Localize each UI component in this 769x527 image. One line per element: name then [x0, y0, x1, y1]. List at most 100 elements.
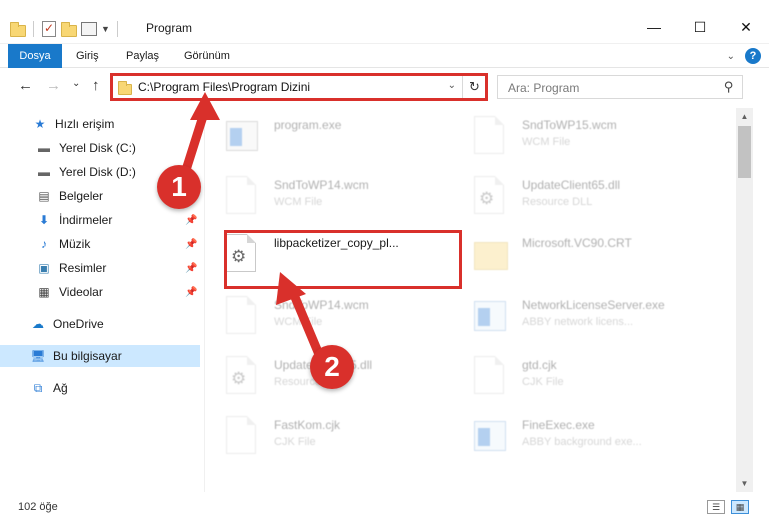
file-name: UpdateClient65.dll	[522, 178, 621, 192]
quick-access-toolbar: ▼	[10, 19, 121, 39]
network-icon: ⧉	[33, 380, 43, 395]
sidebar-item-music[interactable]: ♪ Müzik 📌	[0, 233, 200, 255]
file-type: WCM File	[522, 136, 571, 148]
file-name: NetworkLicenseServer.exe	[522, 298, 665, 312]
document-icon	[226, 416, 258, 456]
app-icon	[474, 296, 506, 336]
drive-icon: ▬	[38, 165, 50, 179]
drive-icon: ▬	[38, 141, 50, 155]
file-item[interactable]: NetworkLicenseServer.exe ABBY network li…	[454, 292, 694, 350]
properties-check-icon[interactable]	[41, 21, 57, 37]
file-name: FineExec.exe	[522, 418, 595, 432]
file-item[interactable]: SndToWP14.wcm WCM File	[206, 292, 446, 350]
forward-arrow-icon[interactable]: →	[46, 77, 61, 94]
document-icon	[226, 176, 258, 216]
document-icon	[474, 116, 506, 156]
scroll-up-icon[interactable]: ▲	[736, 108, 753, 125]
sidebar-item-videos[interactable]: ▦ Videolar 📌	[0, 281, 200, 303]
sidebar-item-label: Bu bilgisayar	[53, 349, 122, 363]
sidebar-item-label: Resimler	[59, 261, 107, 275]
pin-icon[interactable]: 📌	[185, 263, 197, 274]
close-button[interactable]: ✕	[723, 12, 769, 42]
folder-icon	[118, 81, 132, 95]
pin-icon[interactable]: 📌	[185, 239, 197, 250]
help-icon[interactable]: ?	[745, 48, 761, 64]
sidebar-item-label: Müzik	[59, 237, 91, 251]
sidebar-item-label: Yerel Disk (D:)	[59, 165, 136, 179]
sidebar-item-onedrive[interactable]: ☁ OneDrive	[0, 313, 200, 335]
refresh-icon[interactable]: ↻	[462, 75, 486, 99]
file-type: CJK File	[522, 376, 564, 388]
file-type: ABBY network licens...	[522, 316, 634, 328]
large-icons-view-icon[interactable]: ▦	[731, 500, 749, 514]
window-controls: — ☐ ✕	[631, 12, 769, 42]
sidebar-item-label: Belgeler	[59, 189, 104, 203]
window-title: Program	[146, 21, 193, 35]
sidebar-item-downloads[interactable]: ⬇ İndirmeler 📌	[0, 209, 200, 231]
document-icon	[226, 296, 258, 336]
dll-icon: ⚙	[474, 176, 506, 216]
step-badge-2: 2	[310, 345, 354, 389]
up-arrow-icon[interactable]: ↑	[92, 77, 100, 94]
customize-view-icon[interactable]	[81, 21, 97, 37]
documents-icon: ▤	[38, 189, 50, 203]
search-input[interactable]: Ara: Program ⚲	[497, 75, 743, 99]
file-item-libpacketizer[interactable]: ⚙ libpacketizer_copy_pl...	[206, 230, 446, 288]
file-item[interactable]: Microsoft.VC90.CRT	[454, 230, 694, 288]
folder-icon	[474, 234, 508, 274]
address-path[interactable]: C:\Program Files\Program Dizini	[138, 80, 310, 94]
toolbar-divider	[33, 21, 34, 37]
file-type: ABBY background exe...	[522, 436, 642, 448]
star-icon: ★	[34, 117, 46, 131]
pin-icon[interactable]: 📌	[185, 287, 197, 298]
sidebar-item-this-pc[interactable]: 🖥 Bu bilgisayar	[0, 345, 200, 367]
document-icon	[474, 356, 506, 396]
file-type: WCM File	[274, 196, 323, 208]
file-item[interactable]: gtd.cjk CJK File	[454, 352, 694, 410]
back-arrow-icon[interactable]: ←	[18, 77, 33, 94]
sidebar-item-network[interactable]: ⧉ Ağ	[0, 377, 200, 399]
tab-home[interactable]: Giriş	[64, 44, 111, 68]
file-item[interactable]: SndToWP14.wcm WCM File	[206, 172, 446, 230]
minimize-button[interactable]: —	[631, 12, 677, 42]
exe-icon	[226, 116, 258, 156]
expand-ribbon-icon[interactable]: ⌄	[727, 51, 735, 62]
file-name: gtd.cjk	[522, 358, 557, 372]
pictures-icon: ▣	[38, 261, 50, 275]
file-item[interactable]: FastKom.cjk CJK File	[206, 412, 446, 470]
tab-view[interactable]: Görünüm	[172, 44, 242, 68]
sidebar-item-quick-access[interactable]: ★ Hızlı erişim	[0, 113, 200, 135]
scrollbar-thumb[interactable]	[738, 126, 751, 178]
maximize-button[interactable]: ☐	[677, 12, 723, 42]
file-item[interactable]: ⚙ UpdateClient65.dll Resource DLL	[454, 172, 694, 230]
vertical-scrollbar[interactable]: ▲ ▼	[736, 108, 753, 492]
folder-icon	[10, 21, 26, 37]
ribbon-tabs: Dosya Giriş Paylaş Görünüm ⌄ ?	[0, 44, 769, 102]
sidebar-item-label: İndirmeler	[59, 213, 113, 227]
new-folder-icon[interactable]	[61, 21, 77, 37]
details-view-icon[interactable]: ☰	[707, 500, 725, 514]
qa-dropdown-icon[interactable]: ▼	[101, 24, 110, 34]
file-item[interactable]: FineExec.exe ABBY background exe...	[454, 412, 694, 470]
pin-icon[interactable]: 📌	[185, 215, 197, 226]
address-bar[interactable]: C:\Program Files\Program Dizini ⌄ ↻	[111, 74, 487, 100]
address-dropdown-icon[interactable]: ⌄	[448, 80, 456, 91]
tab-share[interactable]: Paylaş	[114, 44, 171, 68]
music-icon: ♪	[41, 237, 47, 251]
item-count: 102 öğe	[18, 501, 58, 513]
computer-icon: 🖥	[30, 349, 46, 363]
file-list: program.exe SndToWP15.wcm WCM File SndTo…	[206, 108, 736, 492]
scroll-down-icon[interactable]: ▼	[736, 475, 753, 492]
sidebar-item-label: OneDrive	[53, 317, 104, 331]
search-placeholder: Ara: Program	[508, 81, 580, 95]
file-item[interactable]: program.exe	[206, 112, 446, 170]
search-icon[interactable]: ⚲	[724, 79, 734, 95]
file-type: Resource DLL	[522, 196, 593, 208]
file-name: libpacketizer_copy_pl...	[274, 236, 399, 250]
sidebar-item-label: Yerel Disk (C:)	[59, 141, 136, 155]
file-item[interactable]: SndToWP15.wcm WCM File	[454, 112, 694, 170]
sidebar-item-pictures[interactable]: ▣ Resimler 📌	[0, 257, 200, 279]
recent-locations-icon[interactable]: ⌄	[72, 78, 80, 89]
sidebar-item-disk-c[interactable]: ▬ Yerel Disk (C:)	[0, 137, 200, 159]
file-name: Microsoft.VC90.CRT	[522, 236, 632, 250]
